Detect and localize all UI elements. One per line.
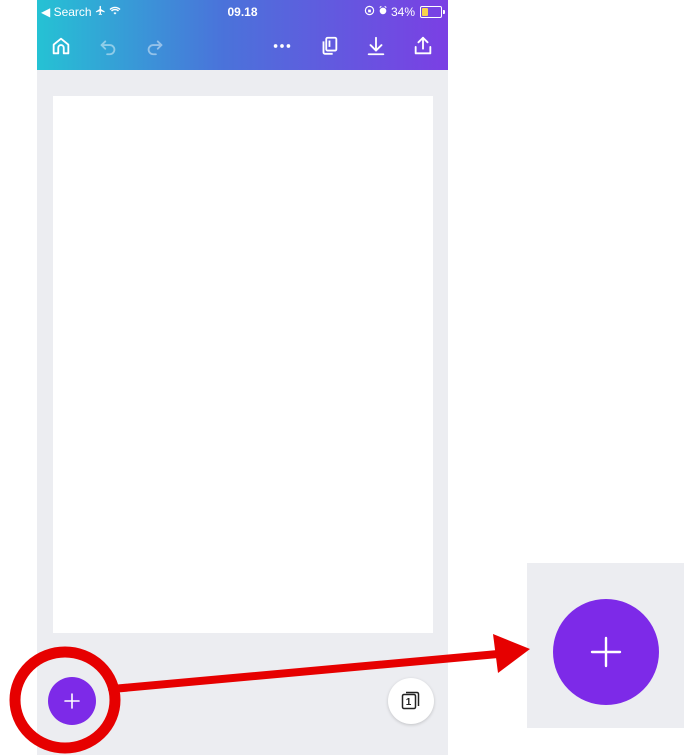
battery-level [422, 8, 429, 16]
pointer-arrow-head [493, 634, 530, 673]
alarm-icon [378, 0, 388, 24]
orientation-lock-icon [364, 0, 375, 24]
editor-toolbar [37, 28, 448, 64]
design-canvas-page[interactable] [53, 96, 433, 633]
status-bar: ◀ Search 09.18 34% [37, 0, 448, 24]
duplicate-page-icon[interactable] [317, 34, 341, 58]
redo-icon[interactable] [143, 34, 167, 58]
plus-icon [590, 636, 622, 668]
editor-header: ◀ Search 09.18 34% [37, 0, 448, 70]
zoomed-add-button-panel [527, 563, 684, 728]
battery-percent: 34% [390, 5, 415, 19]
more-icon[interactable] [270, 34, 294, 58]
page-navigator-button[interactable]: 1 [388, 678, 434, 724]
page-count: 1 [405, 697, 412, 708]
undo-icon[interactable] [96, 34, 120, 58]
plus-icon [64, 693, 80, 709]
home-icon[interactable] [49, 34, 73, 58]
phone-screen: ◀ Search 09.18 34% 1 [37, 0, 448, 755]
battery-icon [420, 6, 445, 18]
status-right: 34% [364, 0, 445, 24]
download-icon[interactable] [364, 34, 388, 58]
add-element-button[interactable] [48, 677, 96, 725]
zoomed-add-button [553, 599, 659, 705]
share-icon[interactable] [411, 34, 435, 58]
